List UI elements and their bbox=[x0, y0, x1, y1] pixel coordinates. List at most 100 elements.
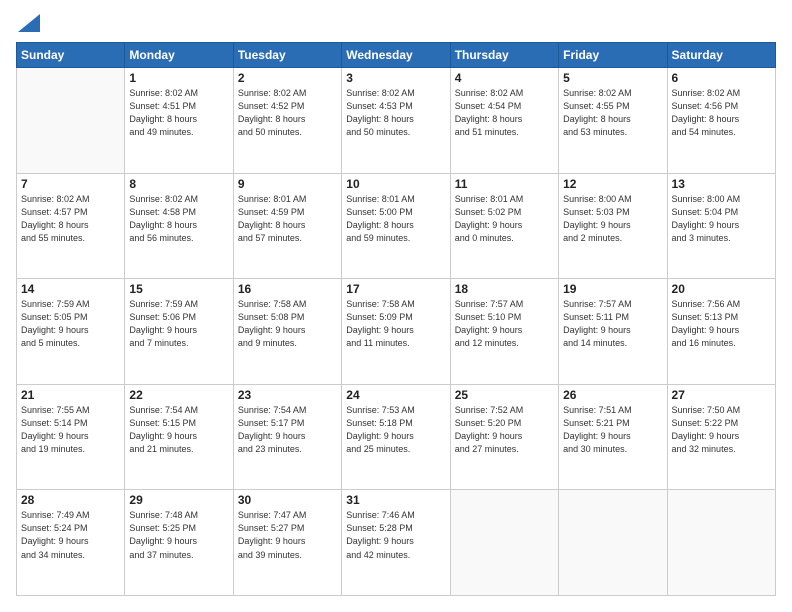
day-number: 27 bbox=[672, 388, 771, 402]
calendar-cell: 9 Sunrise: 8:01 AMSunset: 4:59 PMDaylight… bbox=[233, 173, 341, 279]
calendar-cell: 13 Sunrise: 8:00 AMSunset: 5:04 PMDayligh… bbox=[667, 173, 775, 279]
day-info: Sunrise: 8:02 AMSunset: 4:57 PMDaylight:… bbox=[21, 193, 120, 245]
calendar-week-5: 28Sunrise: 7:49 AMSunset: 5:24 PMDayligh… bbox=[17, 490, 776, 596]
day-info: Sunrise: 7:58 AMSunset: 5:09 PMDaylight:… bbox=[346, 298, 445, 350]
calendar-cell: 2 Sunrise: 8:02 AMSunset: 4:52 PMDaylight… bbox=[233, 68, 341, 174]
calendar-cell bbox=[667, 490, 775, 596]
day-info: Sunrise: 7:54 AMSunset: 5:15 PMDaylight:… bbox=[129, 404, 228, 456]
calendar-header-row: SundayMondayTuesdayWednesdayThursdayFrid… bbox=[17, 43, 776, 68]
day-number: 23 bbox=[238, 388, 337, 402]
calendar-week-1: 1 Sunrise: 8:02 AMSunset: 4:51 PMDaylight… bbox=[17, 68, 776, 174]
calendar-cell: 29Sunrise: 7:48 AMSunset: 5:25 PMDayligh… bbox=[125, 490, 233, 596]
calendar-cell bbox=[17, 68, 125, 174]
calendar-cell: 10 Sunrise: 8:01 AMSunset: 5:00 PMDayligh… bbox=[342, 173, 450, 279]
calendar-cell bbox=[559, 490, 667, 596]
logo bbox=[16, 16, 40, 32]
day-number: 19 bbox=[563, 282, 662, 296]
calendar-cell: 31 Sunrise: 7:46 AMSunset: 5:28 PMDayligh… bbox=[342, 490, 450, 596]
calendar-cell: 8 Sunrise: 8:02 AMSunset: 4:58 PMDaylight… bbox=[125, 173, 233, 279]
day-info: Sunrise: 8:02 AMSunset: 4:54 PMDaylight:… bbox=[455, 87, 554, 139]
calendar-cell: 20Sunrise: 7:56 AMSunset: 5:13 PMDayligh… bbox=[667, 279, 775, 385]
calendar-cell: 17Sunrise: 7:58 AMSunset: 5:09 PMDayligh… bbox=[342, 279, 450, 385]
calendar-header-monday: Monday bbox=[125, 43, 233, 68]
day-number: 21 bbox=[21, 388, 120, 402]
day-info: Sunrise: 7:46 AMSunset: 5:28 PMDaylight:… bbox=[346, 509, 445, 561]
day-number: 3 bbox=[346, 71, 445, 85]
day-info: Sunrise: 7:59 AMSunset: 5:05 PMDaylight:… bbox=[21, 298, 120, 350]
day-number: 10 bbox=[346, 177, 445, 191]
calendar-cell: 1 Sunrise: 8:02 AMSunset: 4:51 PMDaylight… bbox=[125, 68, 233, 174]
day-number: 31 bbox=[346, 493, 445, 507]
logo-icon bbox=[18, 14, 40, 32]
day-info: Sunrise: 8:02 AMSunset: 4:56 PMDaylight:… bbox=[672, 87, 771, 139]
day-number: 30 bbox=[238, 493, 337, 507]
day-info: Sunrise: 7:56 AMSunset: 5:13 PMDaylight:… bbox=[672, 298, 771, 350]
calendar-cell: 23 Sunrise: 7:54 AMSunset: 5:17 PMDayligh… bbox=[233, 384, 341, 490]
calendar-cell: 16Sunrise: 7:58 AMSunset: 5:08 PMDayligh… bbox=[233, 279, 341, 385]
day-number: 12 bbox=[563, 177, 662, 191]
day-number: 14 bbox=[21, 282, 120, 296]
day-info: Sunrise: 7:52 AMSunset: 5:20 PMDaylight:… bbox=[455, 404, 554, 456]
day-number: 26 bbox=[563, 388, 662, 402]
day-info: Sunrise: 8:01 AMSunset: 5:00 PMDaylight:… bbox=[346, 193, 445, 245]
calendar-cell: 5 Sunrise: 8:02 AMSunset: 4:55 PMDaylight… bbox=[559, 68, 667, 174]
calendar-cell: 18 Sunrise: 7:57 AMSunset: 5:10 PMDayligh… bbox=[450, 279, 558, 385]
day-info: Sunrise: 8:00 AMSunset: 5:04 PMDaylight:… bbox=[672, 193, 771, 245]
day-number: 13 bbox=[672, 177, 771, 191]
day-number: 9 bbox=[238, 177, 337, 191]
day-info: Sunrise: 7:50 AMSunset: 5:22 PMDaylight:… bbox=[672, 404, 771, 456]
day-number: 25 bbox=[455, 388, 554, 402]
day-number: 4 bbox=[455, 71, 554, 85]
calendar-cell: 25 Sunrise: 7:52 AMSunset: 5:20 PMDayligh… bbox=[450, 384, 558, 490]
calendar-cell: 30Sunrise: 7:47 AMSunset: 5:27 PMDayligh… bbox=[233, 490, 341, 596]
calendar-cell: 11 Sunrise: 8:01 AMSunset: 5:02 PMDayligh… bbox=[450, 173, 558, 279]
calendar-cell: 7 Sunrise: 8:02 AMSunset: 4:57 PMDaylight… bbox=[17, 173, 125, 279]
day-number: 6 bbox=[672, 71, 771, 85]
day-info: Sunrise: 7:55 AMSunset: 5:14 PMDaylight:… bbox=[21, 404, 120, 456]
calendar-cell: 24 Sunrise: 7:53 AMSunset: 5:18 PMDayligh… bbox=[342, 384, 450, 490]
calendar-cell: 15 Sunrise: 7:59 AMSunset: 5:06 PMDayligh… bbox=[125, 279, 233, 385]
calendar-cell: 22 Sunrise: 7:54 AMSunset: 5:15 PMDayligh… bbox=[125, 384, 233, 490]
day-info: Sunrise: 7:54 AMSunset: 5:17 PMDaylight:… bbox=[238, 404, 337, 456]
day-number: 11 bbox=[455, 177, 554, 191]
calendar-cell bbox=[450, 490, 558, 596]
day-number: 7 bbox=[21, 177, 120, 191]
calendar-header-sunday: Sunday bbox=[17, 43, 125, 68]
day-info: Sunrise: 8:01 AMSunset: 5:02 PMDaylight:… bbox=[455, 193, 554, 245]
calendar-cell: 14 Sunrise: 7:59 AMSunset: 5:05 PMDayligh… bbox=[17, 279, 125, 385]
day-number: 15 bbox=[129, 282, 228, 296]
calendar-header-thursday: Thursday bbox=[450, 43, 558, 68]
day-number: 16 bbox=[238, 282, 337, 296]
day-info: Sunrise: 8:02 AMSunset: 4:58 PMDaylight:… bbox=[129, 193, 228, 245]
day-info: Sunrise: 7:53 AMSunset: 5:18 PMDaylight:… bbox=[346, 404, 445, 456]
calendar-cell: 6 Sunrise: 8:02 AMSunset: 4:56 PMDaylight… bbox=[667, 68, 775, 174]
day-number: 8 bbox=[129, 177, 228, 191]
day-info: Sunrise: 7:57 AMSunset: 5:11 PMDaylight:… bbox=[563, 298, 662, 350]
day-info: Sunrise: 7:59 AMSunset: 5:06 PMDaylight:… bbox=[129, 298, 228, 350]
day-info: Sunrise: 8:02 AMSunset: 4:51 PMDaylight:… bbox=[129, 87, 228, 139]
calendar-cell: 3 Sunrise: 8:02 AMSunset: 4:53 PMDaylight… bbox=[342, 68, 450, 174]
day-info: Sunrise: 8:02 AMSunset: 4:52 PMDaylight:… bbox=[238, 87, 337, 139]
day-info: Sunrise: 8:02 AMSunset: 4:53 PMDaylight:… bbox=[346, 87, 445, 139]
calendar-week-4: 21 Sunrise: 7:55 AMSunset: 5:14 PMDayligh… bbox=[17, 384, 776, 490]
calendar-cell: 21 Sunrise: 7:55 AMSunset: 5:14 PMDayligh… bbox=[17, 384, 125, 490]
header bbox=[16, 16, 776, 32]
calendar-header-saturday: Saturday bbox=[667, 43, 775, 68]
day-number: 1 bbox=[129, 71, 228, 85]
calendar-week-3: 14 Sunrise: 7:59 AMSunset: 5:05 PMDayligh… bbox=[17, 279, 776, 385]
day-info: Sunrise: 8:02 AMSunset: 4:55 PMDaylight:… bbox=[563, 87, 662, 139]
day-info: Sunrise: 7:57 AMSunset: 5:10 PMDaylight:… bbox=[455, 298, 554, 350]
day-number: 5 bbox=[563, 71, 662, 85]
day-number: 28 bbox=[21, 493, 120, 507]
day-info: Sunrise: 7:48 AMSunset: 5:25 PMDaylight:… bbox=[129, 509, 228, 561]
day-info: Sunrise: 8:01 AMSunset: 4:59 PMDaylight:… bbox=[238, 193, 337, 245]
day-info: Sunrise: 8:00 AMSunset: 5:03 PMDaylight:… bbox=[563, 193, 662, 245]
calendar-cell: 28Sunrise: 7:49 AMSunset: 5:24 PMDayligh… bbox=[17, 490, 125, 596]
calendar-week-2: 7 Sunrise: 8:02 AMSunset: 4:57 PMDaylight… bbox=[17, 173, 776, 279]
day-number: 2 bbox=[238, 71, 337, 85]
calendar-header-tuesday: Tuesday bbox=[233, 43, 341, 68]
day-number: 18 bbox=[455, 282, 554, 296]
day-number: 24 bbox=[346, 388, 445, 402]
calendar-header-friday: Friday bbox=[559, 43, 667, 68]
day-number: 22 bbox=[129, 388, 228, 402]
